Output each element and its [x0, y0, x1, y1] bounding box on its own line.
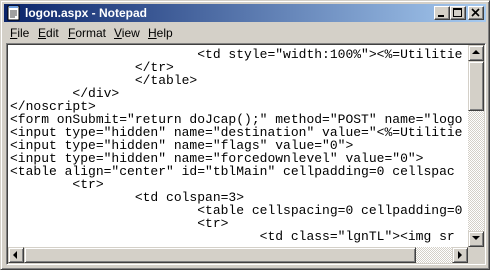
- horizontal-scroll-thumb[interactable]: [24, 247, 416, 263]
- notepad-window: logon.aspx - Notepad File Edit Format Vi…: [0, 0, 490, 270]
- title-bar[interactable]: logon.aspx - Notepad: [4, 4, 486, 22]
- menu-edit-label: dit: [46, 26, 59, 40]
- scroll-down-button[interactable]: [468, 231, 484, 247]
- arrow-down-icon: [472, 236, 480, 240]
- arrow-up-icon: [472, 50, 480, 54]
- maximize-button[interactable]: [450, 6, 466, 20]
- editor-frame: <td style="width:100%"><%=Utilitie </tr>…: [6, 43, 486, 265]
- menu-bar: File Edit Format View Help: [4, 23, 486, 42]
- maximize-icon: [453, 8, 462, 17]
- minimize-icon: [438, 15, 444, 17]
- menu-file-label: ile: [17, 26, 30, 40]
- menu-help-label: elp: [156, 26, 173, 40]
- notepad-icon[interactable]: [6, 5, 22, 21]
- menu-help-accel: H: [148, 26, 157, 40]
- text-editor[interactable]: <td style="width:100%"><%=Utilitie </tr>…: [8, 45, 468, 247]
- vertical-scroll-thumb[interactable]: [468, 61, 484, 111]
- menu-edit[interactable]: Edit: [38, 26, 59, 40]
- arrow-left-icon: [13, 251, 17, 259]
- menu-view[interactable]: View: [114, 26, 140, 40]
- horizontal-scrollbar[interactable]: [8, 247, 468, 263]
- menu-format-label: ormat: [75, 26, 107, 40]
- close-icon: [471, 8, 480, 17]
- menu-edit-accel: E: [38, 26, 47, 40]
- menu-view-accel: V: [114, 26, 122, 40]
- minimize-button[interactable]: [434, 6, 450, 20]
- window-title: logon.aspx - Notepad: [25, 6, 148, 20]
- editor-inner: <td style="width:100%"><%=Utilitie </tr>…: [7, 44, 485, 264]
- code-line: <td class="lgnTL"><img sr: [10, 229, 455, 244]
- menu-help[interactable]: Help: [148, 26, 173, 40]
- vertical-scrollbar[interactable]: [468, 45, 484, 247]
- scroll-up-button[interactable]: [468, 45, 484, 61]
- close-button[interactable]: [468, 6, 484, 20]
- menu-view-label: iew: [121, 26, 140, 40]
- scroll-right-button[interactable]: [452, 247, 468, 263]
- arrow-right-icon: [458, 251, 462, 259]
- menu-file[interactable]: File: [10, 26, 29, 40]
- size-grip[interactable]: [468, 247, 484, 263]
- menu-format[interactable]: Format: [68, 26, 106, 40]
- scroll-left-button[interactable]: [8, 247, 24, 263]
